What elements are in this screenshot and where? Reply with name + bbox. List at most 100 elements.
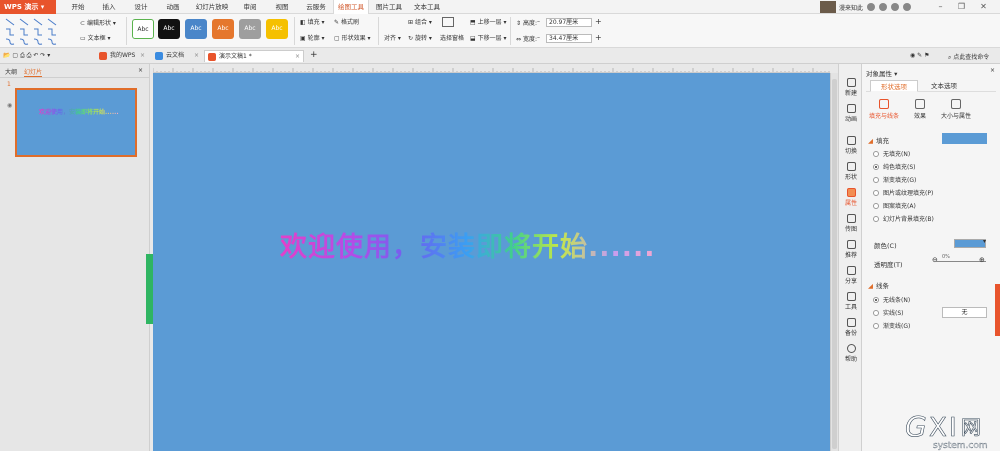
user-name[interactable]: 漫来知此	[839, 3, 863, 12]
close-button[interactable]: ✕	[975, 0, 992, 14]
close-icon[interactable]: ×	[140, 50, 145, 62]
fill-option-none[interactable]: 无填充(N)	[873, 149, 910, 158]
skin-icon[interactable]	[879, 3, 888, 11]
fill-option-pattern[interactable]: 图案填充(A)	[873, 201, 916, 210]
slide-title-text[interactable]: 欢迎使用，安装即将开始......	[280, 225, 656, 264]
tab-drawing-tools[interactable]: 绘图工具	[333, 0, 369, 14]
selection-pane-icon[interactable]	[442, 17, 454, 27]
properties-title[interactable]: 对象属性 ▾	[866, 68, 897, 78]
edit-shape-button[interactable]: ⊂ 编辑形状 ▾	[80, 18, 116, 27]
minimize-button[interactable]: –	[932, 0, 949, 14]
tab-view[interactable]: 视图	[270, 0, 294, 14]
fill-button[interactable]: ◧ 填充 ▾	[300, 17, 325, 26]
tab-slideshow[interactable]: 幻灯片放映	[192, 0, 232, 14]
close-pane-icon[interactable]: ×	[138, 67, 143, 74]
tab-cloud-docs[interactable]: 云文档 ×	[152, 50, 202, 62]
panel-icons[interactable]: ◉ ✎ ⚑	[910, 52, 929, 59]
tab-design[interactable]: 设计	[129, 0, 153, 14]
fill-option-solid[interactable]: 纯色填充(S)	[873, 162, 916, 171]
close-icon[interactable]: ×	[295, 51, 300, 63]
transparency-decrease-button[interactable]: ⊖	[932, 256, 938, 264]
shape-style-gray[interactable]: Abc	[239, 19, 261, 39]
shape-style-white[interactable]: Abc	[132, 19, 154, 39]
tab-animation[interactable]: 动画	[161, 0, 185, 14]
close-icon[interactable]: ×	[194, 50, 199, 62]
connector-shapes-gallery[interactable]	[4, 17, 66, 45]
sidebar-item-tools[interactable]: 工具	[842, 292, 860, 311]
scrollbar-thumb[interactable]	[832, 79, 837, 449]
line-option-solid[interactable]: 实线(S)	[873, 308, 904, 317]
fill-option-slide-bg[interactable]: 幻灯片背景填充(B)	[873, 214, 934, 223]
tab-insert[interactable]: 插入	[97, 0, 121, 14]
app-menu-button[interactable]: WPS 演示 ▾	[0, 0, 56, 14]
search-command[interactable]: ⌕ 点此查找命令	[948, 52, 989, 62]
shape-effects-button[interactable]: ▢ 形状效果 ▾	[334, 33, 371, 42]
fill-option-gradient[interactable]: 渐变填充(G)	[873, 175, 916, 184]
sidebar-item-help[interactable]: 帮助	[842, 344, 860, 363]
sidebar-item-backup[interactable]: 备份	[842, 318, 860, 337]
sidebar-item-recommend[interactable]: 推荐	[842, 240, 860, 259]
shape-style-orange[interactable]: Abc	[212, 19, 234, 39]
send-backward-button[interactable]: ⬓ 下移一层 ▾	[470, 33, 507, 42]
width-decrement-button[interactable]: –	[537, 34, 540, 41]
sidebar-item-share[interactable]: 分享	[842, 266, 860, 285]
color-picker[interactable]	[954, 238, 986, 248]
shape-style-blue[interactable]: Abc	[185, 19, 207, 39]
tab-cloud[interactable]: 云服务	[302, 0, 330, 14]
avatar[interactable]	[820, 1, 836, 13]
subtab-size[interactable]: 大小与属性	[936, 99, 976, 120]
width-input[interactable]: 34.47厘米	[546, 34, 592, 43]
bring-forward-button[interactable]: ⬒ 上移一层 ▾	[470, 17, 507, 26]
tab-shape-options[interactable]: 形状选项	[870, 80, 918, 92]
slide-thumbnail[interactable]: 欢迎使用，安装即将开始......	[15, 88, 137, 157]
tab-presentation-1[interactable]: 演示文稿1 * ×	[204, 50, 304, 62]
help-icon[interactable]	[903, 3, 912, 11]
tab-text-tools[interactable]: 文本工具	[409, 0, 445, 14]
width-increment-button[interactable]: +	[595, 33, 602, 42]
tab-text-options[interactable]: 文本选项	[920, 80, 968, 92]
transparency-increase-button[interactable]: ⊕	[979, 256, 985, 264]
sidebar-item-properties[interactable]: 属性	[842, 188, 860, 207]
height-input[interactable]: 20.97厘米	[546, 18, 592, 27]
new-tab-button[interactable]: +	[310, 50, 318, 60]
tab-picture-tools[interactable]: 图片工具	[371, 0, 407, 14]
format-painter-button[interactable]: ✎ 格式刷	[334, 17, 359, 26]
side-drawer-handle[interactable]	[995, 284, 1000, 336]
align-button[interactable]: 对齐 ▾	[384, 33, 401, 42]
height-decrement-button[interactable]: –	[537, 18, 540, 25]
line-option-gradient[interactable]: 渐变线(G)	[873, 321, 910, 330]
tab-home[interactable]: 开始	[66, 0, 90, 14]
close-icon[interactable]: ×	[990, 67, 995, 74]
height-increment-button[interactable]: +	[595, 17, 602, 26]
settings-icon[interactable]	[891, 3, 900, 11]
sidebar-item-animation[interactable]: 动画	[842, 104, 860, 123]
sidebar-item-transition[interactable]: 切换	[842, 136, 860, 155]
shape-style-yellow[interactable]: Abc	[266, 19, 288, 39]
line-section-header[interactable]: ◢ 线条	[868, 280, 889, 290]
fill-section-header[interactable]: ◢ 填充	[868, 135, 889, 145]
sidebar-item-new[interactable]: 新建	[842, 78, 860, 97]
shape-style-black[interactable]: Abc	[158, 19, 180, 39]
sync-icon[interactable]	[867, 3, 876, 11]
subtab-effects[interactable]: 效果	[900, 99, 940, 120]
sidebar-item-send-image[interactable]: 传图	[842, 214, 860, 233]
sidebar-item-shape[interactable]: 形状	[842, 162, 860, 181]
subtab-fill-line[interactable]: 填充与线条	[864, 99, 904, 120]
lightbulb-icon	[846, 240, 856, 249]
tab-outline[interactable]: 大纲	[5, 67, 17, 76]
line-style-select[interactable]: 无	[942, 307, 987, 318]
line-option-none[interactable]: 无线条(N)	[873, 295, 910, 304]
tab-my-wps[interactable]: 我的WPS ×	[96, 50, 148, 62]
text-box-button[interactable]: ▭ 文本框 ▾	[80, 33, 111, 42]
quick-access-toolbar[interactable]: 📂 ▢ ⎙ ⎙ ↶ ↷ ▾	[3, 52, 50, 60]
tab-slides[interactable]: 幻灯片	[24, 67, 43, 77]
rotate-button[interactable]: ↻ 旋转 ▾	[408, 33, 432, 42]
combine-button[interactable]: ⊞ 组合 ▾	[408, 17, 432, 26]
selection-pane-button[interactable]: 选择窗格	[440, 33, 464, 42]
tab-review[interactable]: 审阅	[238, 0, 262, 14]
restore-button[interactable]: ❐	[953, 0, 970, 14]
fill-option-picture[interactable]: 图片或纹理填充(P)	[873, 188, 933, 197]
vertical-scrollbar[interactable]	[830, 73, 838, 451]
outline-button[interactable]: ▣ 轮廓 ▾	[300, 33, 325, 42]
slide-canvas[interactable]: 欢迎使用，安装即将开始......	[153, 73, 830, 451]
